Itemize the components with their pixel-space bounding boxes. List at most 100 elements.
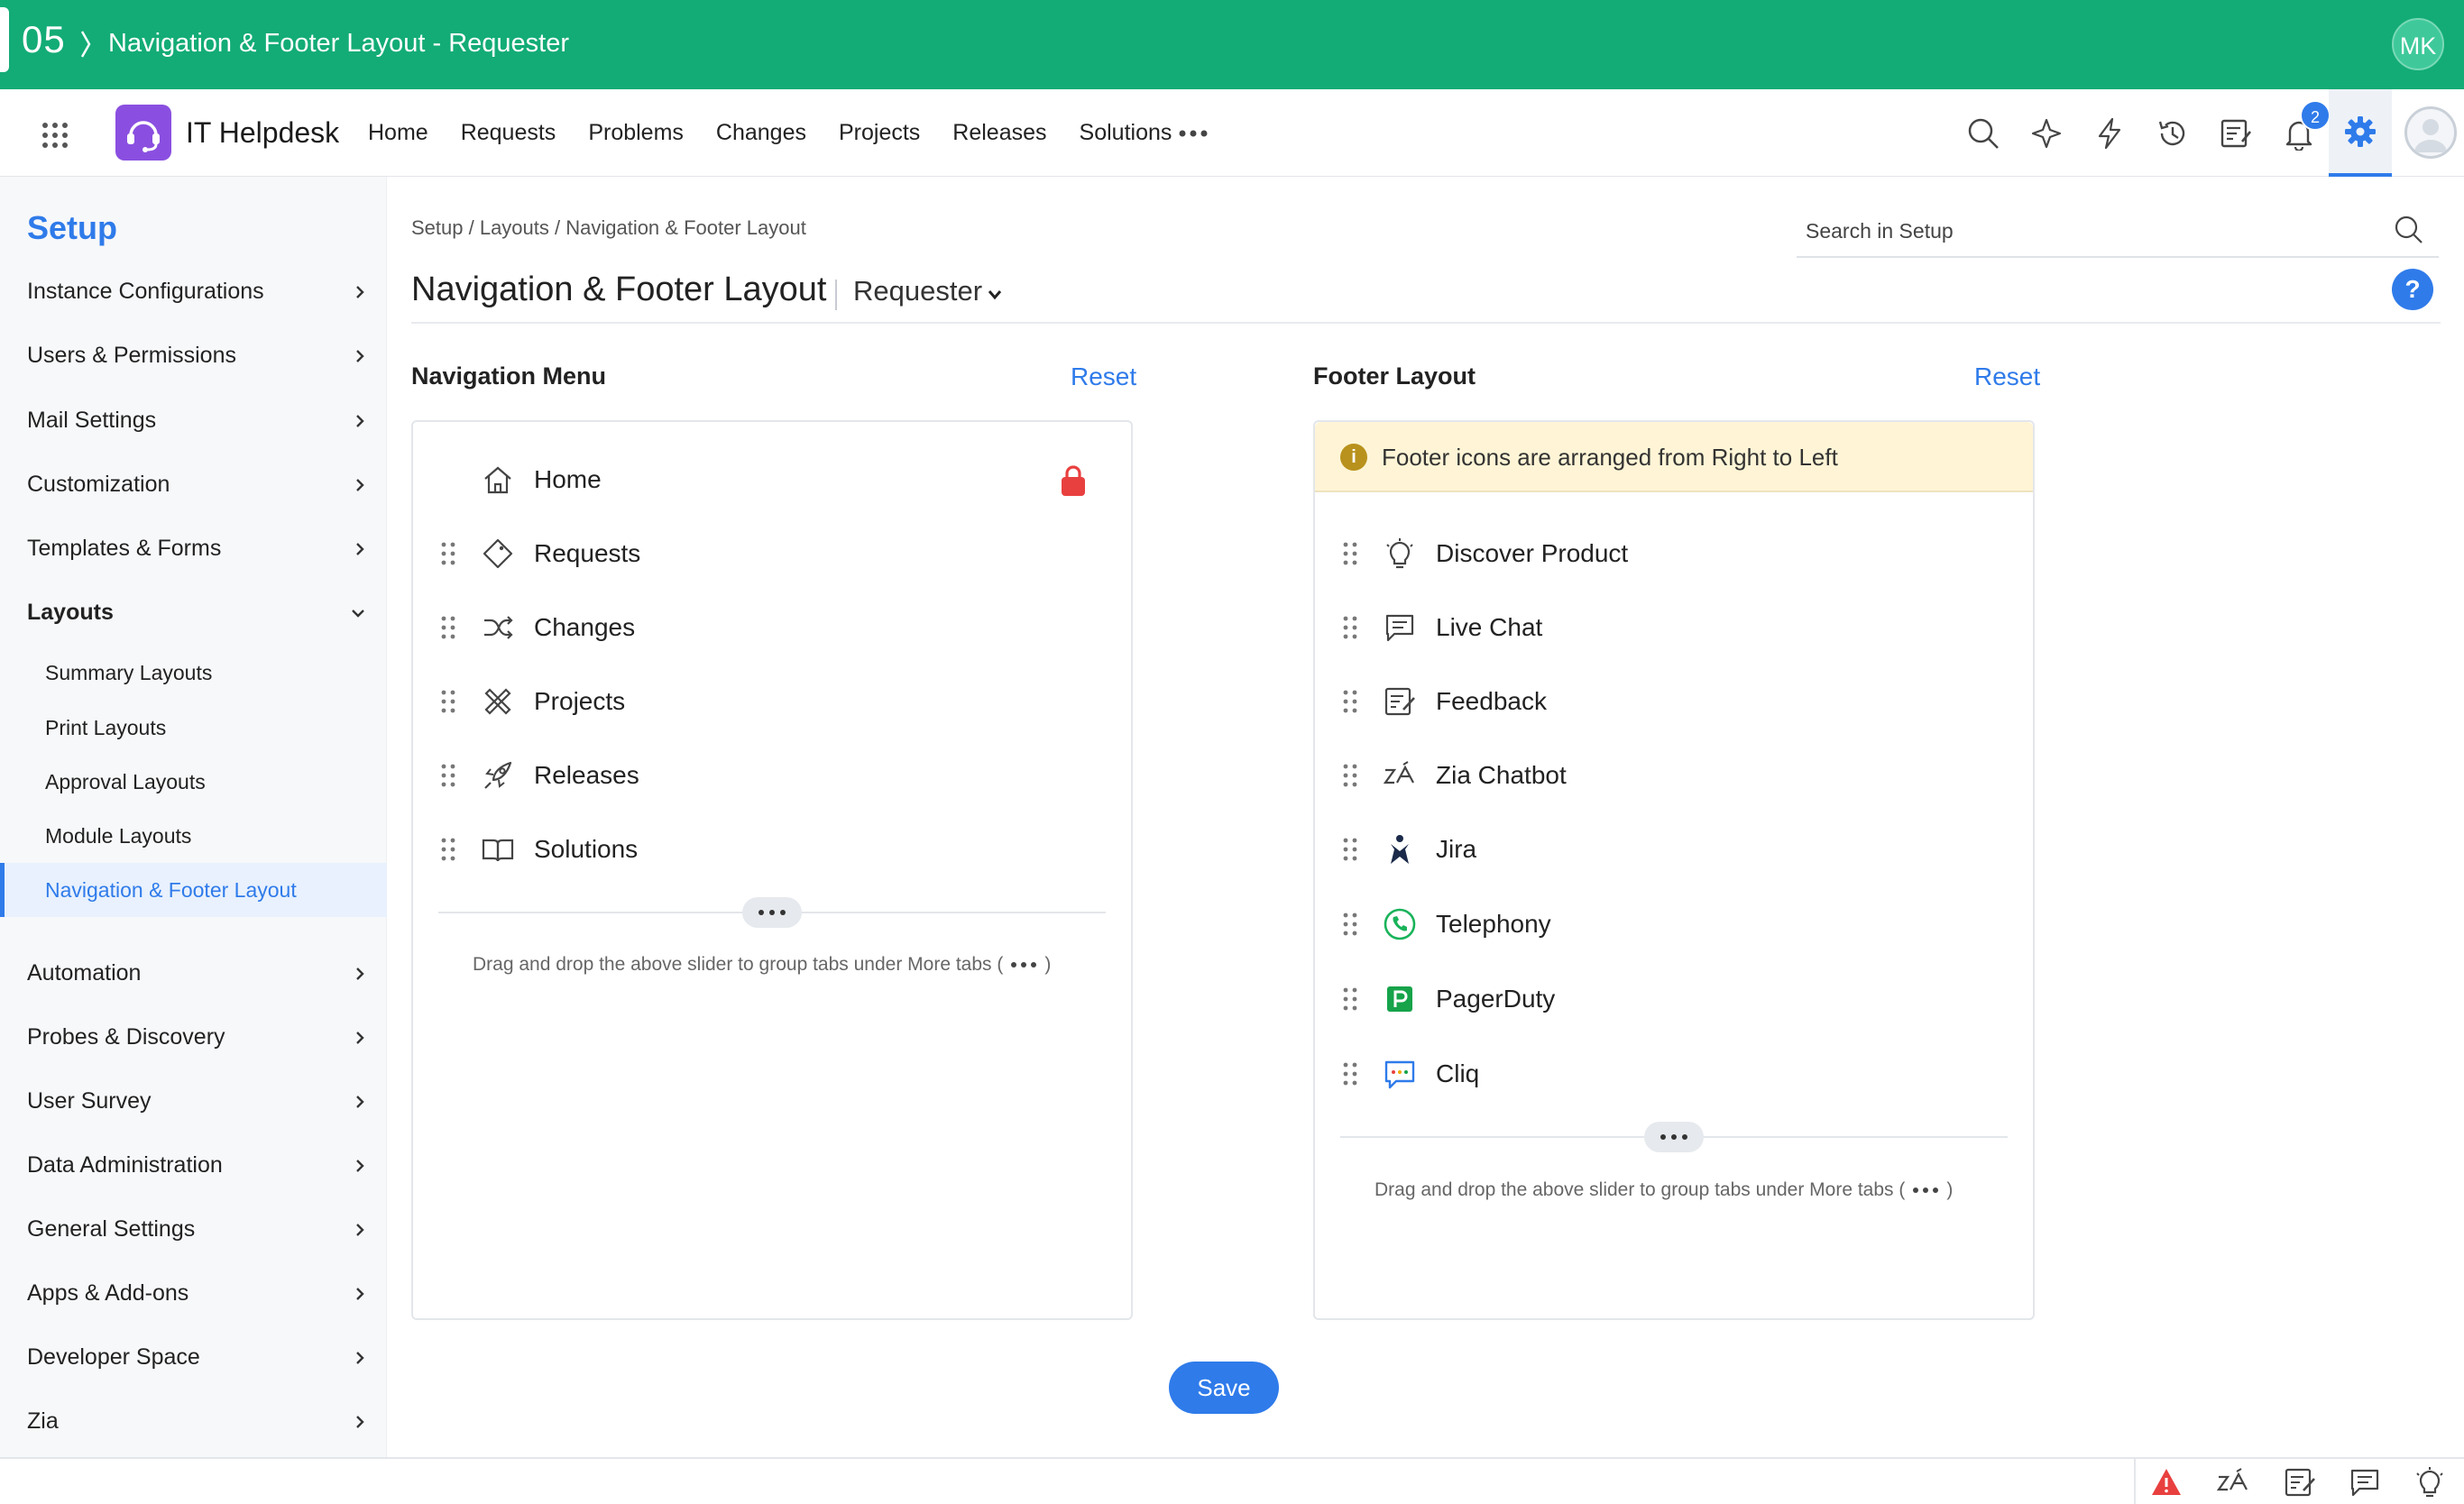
home-icon	[484, 466, 511, 494]
sidebar-item-users-permissions[interactable]: Users & Permissions	[27, 337, 370, 373]
footer-item-label: Zia Chatbot	[1436, 761, 1567, 789]
warning-icon[interactable]	[2150, 1466, 2183, 1499]
lightning-icon[interactable]	[2092, 116, 2127, 151]
sidebar-item-label: Customization	[27, 472, 170, 497]
chat-icon[interactable]	[2349, 1466, 2381, 1499]
drag-handle-icon[interactable]	[1342, 541, 1358, 566]
chevron-right-icon	[356, 1416, 364, 1428]
nav-problems[interactable]: Problems	[588, 120, 684, 146]
drag-handle-icon[interactable]	[440, 763, 456, 788]
chevron-right-icon	[356, 1096, 364, 1108]
sidebar-item-developer-space[interactable]: Developer Space	[27, 1339, 370, 1375]
chevron-right-icon	[356, 1224, 364, 1236]
chevron-right-icon	[356, 1160, 364, 1172]
more-tabs-icon[interactable]	[1178, 129, 1209, 138]
more-dots-icon	[1660, 1134, 1687, 1140]
sidebar-subitem-summary-layouts[interactable]: Summary Layouts	[45, 655, 212, 691]
feedback-icon[interactable]	[2284, 1466, 2316, 1499]
profile-avatar[interactable]	[2404, 106, 2457, 159]
app-header: IT Helpdesk Home Requests Problems Chang…	[0, 89, 2464, 177]
footer-item-jira[interactable]: Jira	[1315, 822, 2033, 876]
search-icon[interactable]	[2394, 215, 2424, 245]
nav-menu-item-label: Projects	[534, 687, 626, 715]
ai-sparkle-icon[interactable]	[2029, 116, 2064, 151]
nav-menu-item-home[interactable]: Home	[413, 453, 1131, 507]
sidebar-item-user-survey[interactable]: User Survey	[27, 1083, 370, 1119]
sidebar-item-apps-addons[interactable]: Apps & Add-ons	[27, 1275, 370, 1311]
footer-item-telephony[interactable]: Telephony	[1315, 897, 2033, 951]
settings-tab[interactable]	[2329, 89, 2392, 177]
footer-item-pagerduty[interactable]: PagerDuty	[1315, 972, 2033, 1026]
sidebar-item-mail-settings[interactable]: Mail Settings	[27, 402, 370, 438]
nav-menu-item-changes[interactable]: Changes	[413, 601, 1131, 655]
drag-handle-icon[interactable]	[1342, 986, 1358, 1012]
drag-handle-icon[interactable]	[1342, 615, 1358, 640]
help-button[interactable]: ?	[2392, 269, 2433, 310]
sidebar-item-general-settings[interactable]: General Settings	[27, 1211, 370, 1247]
sidebar-item-probes-discovery[interactable]: Probes & Discovery	[27, 1019, 370, 1055]
sidebar-item-instance-configurations[interactable]: Instance Configurations	[27, 273, 370, 309]
nav-releases[interactable]: Releases	[952, 120, 1046, 146]
shuffle-icon	[484, 616, 513, 639]
nav-menu-item-solutions[interactable]: Solutions	[413, 822, 1131, 876]
breadcrumb[interactable]: Setup / Layouts / Navigation & Footer La…	[411, 216, 806, 240]
footer-item-label: Cliq	[1436, 1059, 1480, 1087]
footer-reset-link[interactable]: Reset	[1974, 362, 2040, 391]
drag-handle-icon[interactable]	[440, 689, 456, 714]
nav-home[interactable]: Home	[368, 120, 428, 146]
nav-changes[interactable]: Changes	[716, 120, 806, 146]
pagerduty-icon	[1387, 986, 1412, 1012]
sidebar-subitem-approval-layouts[interactable]: Approval Layouts	[45, 764, 206, 800]
nav-projects[interactable]: Projects	[839, 120, 920, 146]
sidebar-item-data-administration[interactable]: Data Administration	[27, 1147, 370, 1183]
navigation-menu-panel: Home Requests Changes Projects Releases …	[411, 420, 1133, 1320]
footer-item-feedback[interactable]: Feedback	[1315, 674, 2033, 729]
drag-handle-icon[interactable]	[1342, 1061, 1358, 1087]
sidebar-item-automation[interactable]: Automation	[27, 955, 370, 991]
drag-handle-icon[interactable]	[1342, 763, 1358, 788]
group-slider-handle[interactable]	[1644, 1122, 1704, 1152]
app-grid-icon[interactable]	[41, 122, 69, 149]
nav-requests[interactable]: Requests	[461, 120, 556, 146]
drag-handle-icon[interactable]	[1342, 837, 1358, 862]
sidebar-item-layouts[interactable]: Layouts	[27, 594, 370, 630]
lightbulb-icon[interactable]	[2413, 1466, 2446, 1499]
drag-handle-icon[interactable]	[440, 615, 456, 640]
drag-handle-icon[interactable]	[440, 541, 456, 566]
sidebar-item-label: Automation	[27, 960, 142, 986]
save-button[interactable]: Save	[1169, 1362, 1279, 1414]
user-avatar-initials[interactable]: MK	[2392, 18, 2444, 70]
title-divider	[835, 280, 837, 310]
group-slider-handle[interactable]	[742, 897, 802, 928]
nav-solutions[interactable]: Solutions	[1080, 120, 1172, 146]
footer-item-cliq[interactable]: Cliq	[1315, 1047, 2033, 1101]
sidebar-item-zia[interactable]: Zia	[27, 1403, 370, 1439]
navigation-reset-link[interactable]: Reset	[1071, 362, 1136, 391]
sidebar-item-customization[interactable]: Customization	[27, 466, 370, 502]
nav-menu-item-requests[interactable]: Requests	[413, 527, 1131, 581]
footer-item-discover-product[interactable]: Discover Product	[1315, 527, 2033, 581]
zia-icon[interactable]	[2217, 1466, 2249, 1499]
footer-item-live-chat[interactable]: Live Chat	[1315, 601, 2033, 655]
drag-handle-icon[interactable]	[440, 837, 456, 862]
drag-handle-icon[interactable]	[1342, 689, 1358, 714]
role-dropdown[interactable]: Requester	[853, 275, 982, 307]
nav-menu-item-projects[interactable]: Projects	[413, 674, 1131, 729]
search-icon[interactable]	[1966, 116, 2000, 151]
sidebar-item-label: Zia	[27, 1408, 59, 1434]
chevron-right-icon	[356, 1032, 364, 1044]
sidebar-subitem-module-layouts[interactable]: Module Layouts	[45, 818, 191, 854]
sidebar-subitem-print-layouts[interactable]: Print Layouts	[45, 710, 166, 746]
notes-icon[interactable]	[2219, 116, 2253, 151]
nav-menu-item-label: Changes	[534, 613, 636, 641]
sidebar-subitem-navigation-footer-layout[interactable]: Navigation & Footer Layout	[45, 872, 297, 908]
chevron-down-icon[interactable]	[987, 289, 1003, 301]
footer-item-label: Feedback	[1436, 687, 1547, 715]
drag-handle-icon[interactable]	[1342, 912, 1358, 937]
setup-search-input[interactable]	[1797, 206, 2439, 258]
footer-item-zia-chatbot[interactable]: Zia Chatbot	[1315, 748, 2033, 802]
nav-menu-item-releases[interactable]: Releases	[413, 748, 1131, 802]
history-icon[interactable]	[2156, 116, 2190, 151]
sidebar-item-label: Templates & Forms	[27, 536, 222, 561]
sidebar-item-templates-forms[interactable]: Templates & Forms	[27, 530, 370, 566]
